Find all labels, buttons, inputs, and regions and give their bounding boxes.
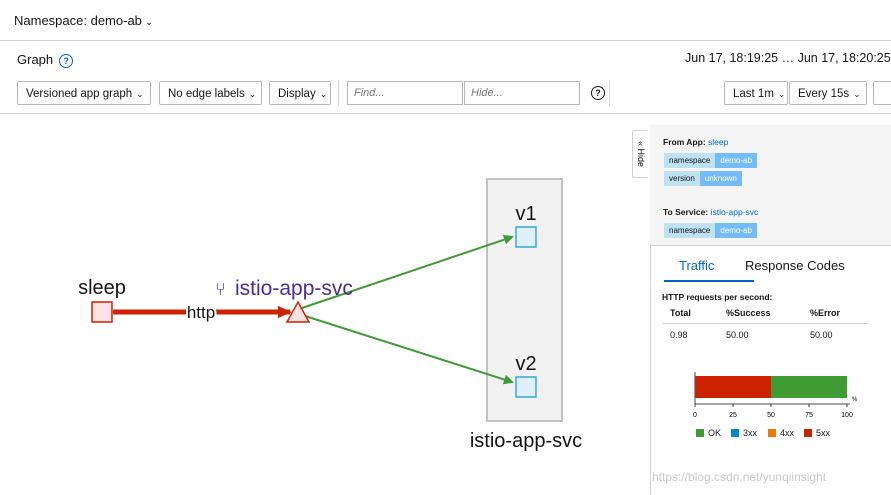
legend-swatch — [696, 429, 704, 437]
edge-labels-label: No edge labels — [168, 88, 245, 100]
duration-dropdown[interactable]: Last 1m ⌄ — [724, 81, 788, 105]
column-header-total: Total — [670, 308, 691, 318]
version-group-label: istio-app-svc — [470, 430, 582, 452]
table-header-divider — [662, 323, 868, 324]
hide-panel-tab[interactable]: « Hide — [632, 130, 648, 178]
badge-key: namespace — [664, 153, 716, 168]
graph-type-dropdown[interactable]: Versioned app graph ⌄ — [17, 81, 151, 105]
chart-unit-label: % — [852, 397, 858, 403]
legend-swatch — [731, 429, 739, 437]
service-node-label: istio-app-svc — [235, 277, 353, 300]
active-tab-indicator — [664, 280, 754, 282]
legend-3xx: 3xx — [731, 428, 757, 438]
to-service-label: To Service: — [663, 207, 709, 217]
from-app-row: From App: sleep — [663, 137, 728, 147]
chevron-down-icon: ⌄ — [144, 17, 154, 28]
namespace-badge: namespace demo-ab — [664, 153, 757, 168]
sleep-node[interactable] — [91, 301, 113, 323]
traffic-rate-chart: 0 25 50 75 100 % — [693, 372, 858, 419]
column-header-success: %Success — [726, 308, 771, 318]
from-app-label: From App: — [663, 137, 706, 147]
v2-node-label: v2 — [515, 353, 536, 375]
cell-total: 0.98 — [670, 330, 688, 340]
cell-success: 50.00 — [726, 330, 749, 340]
chart-tick-label: 25 — [729, 412, 737, 419]
to-service-link[interactable]: istio-app-svc — [711, 207, 759, 217]
v1-node[interactable] — [515, 226, 537, 248]
error-bar-segment — [695, 376, 771, 398]
toolbar-divider-line — [0, 113, 891, 114]
chevron-down-icon: ⌄ — [136, 89, 144, 99]
chevron-down-icon: ⌄ — [777, 89, 786, 99]
column-header-error: %Error — [810, 308, 841, 318]
find-help-icon[interactable]: ? — [591, 86, 605, 100]
success-bar-segment — [771, 376, 847, 398]
badge-value: demo-ab — [715, 223, 757, 238]
display-label: Display — [278, 88, 316, 100]
page-title-row: Graph? — [17, 52, 74, 68]
display-dropdown[interactable]: Display ⌄ — [269, 81, 331, 105]
edge-labels-dropdown[interactable]: No edge labels ⌄ — [159, 81, 262, 105]
v2-node[interactable] — [515, 376, 537, 398]
tab-response-codes[interactable]: Response Codes — [745, 258, 845, 273]
legend-ok: OK — [696, 428, 721, 438]
from-app-link[interactable]: sleep — [708, 137, 728, 147]
to-service-row: To Service: istio-app-svc — [663, 207, 758, 217]
service-graph[interactable]: istio-app-svc http sleep ⑂ istio-app-svc… — [0, 115, 630, 495]
chevron-down-icon: ⌄ — [319, 89, 328, 99]
chart-tick-label: 75 — [805, 412, 813, 419]
tab-traffic[interactable]: Traffic — [679, 258, 714, 273]
legend-label: OK — [708, 428, 722, 438]
badge-value: demo-ab — [715, 153, 757, 168]
chart-tick-label: 50 — [767, 412, 775, 419]
legend-4xx: 4xx — [768, 428, 794, 438]
badge-key: namespace — [664, 223, 716, 238]
toolbar-divider — [338, 80, 339, 106]
legend-swatch — [804, 429, 812, 437]
sleep-node-label: sleep — [78, 277, 126, 299]
http-rps-title: HTTP requests per second: — [662, 292, 773, 302]
chevron-down-icon: ⌄ — [853, 89, 861, 99]
hide-input[interactable] — [464, 81, 580, 105]
page-title: Graph — [17, 52, 54, 67]
chart-tick-label: 100 — [841, 412, 853, 419]
edge-to-v2[interactable] — [301, 314, 514, 385]
version-badge: version unknown — [664, 171, 742, 186]
namespace-selector[interactable]: Namespace: demo-ab ⌄ — [14, 13, 153, 28]
v1-node-label: v1 — [515, 203, 536, 225]
help-icon[interactable]: ? — [59, 53, 74, 68]
namespace-label: Namespace: demo-ab — [14, 13, 142, 28]
find-input[interactable] — [347, 81, 463, 105]
legend-label: 4xx — [780, 428, 795, 438]
time-range-label: Jun 17, 18:19:25 … Jun 17, 18:20:25 — [685, 51, 891, 65]
badge-value: unknown — [699, 171, 742, 186]
duration-label: Last 1m — [733, 88, 774, 100]
virtual-service-icon: ⑂ — [215, 279, 226, 299]
refresh-interval-dropdown[interactable]: Every 15s ⌄ — [789, 81, 867, 105]
hide-panel-label: « Hide — [636, 140, 647, 168]
toolbar-divider — [609, 80, 610, 106]
watermark: https://blog.csdn.net/yunqiinsight — [652, 470, 827, 484]
namespace-badge: namespace demo-ab — [664, 223, 757, 238]
legend-label: 3xx — [743, 428, 758, 438]
service-node[interactable] — [285, 300, 311, 323]
graph-type-label: Versioned app graph — [26, 88, 133, 100]
cell-error: 50.00 — [810, 330, 833, 340]
legend-label: 5xx — [816, 428, 831, 438]
refresh-button[interactable] — [873, 81, 891, 105]
badge-key: version — [664, 171, 700, 186]
refresh-interval-label: Every 15s — [798, 88, 850, 100]
chevron-down-icon: ⌄ — [248, 89, 257, 99]
edge-protocol-label: http — [187, 303, 215, 322]
chart-tick-label: 0 — [693, 412, 697, 419]
legend-5xx: 5xx — [804, 428, 830, 438]
legend-swatch — [768, 429, 776, 437]
